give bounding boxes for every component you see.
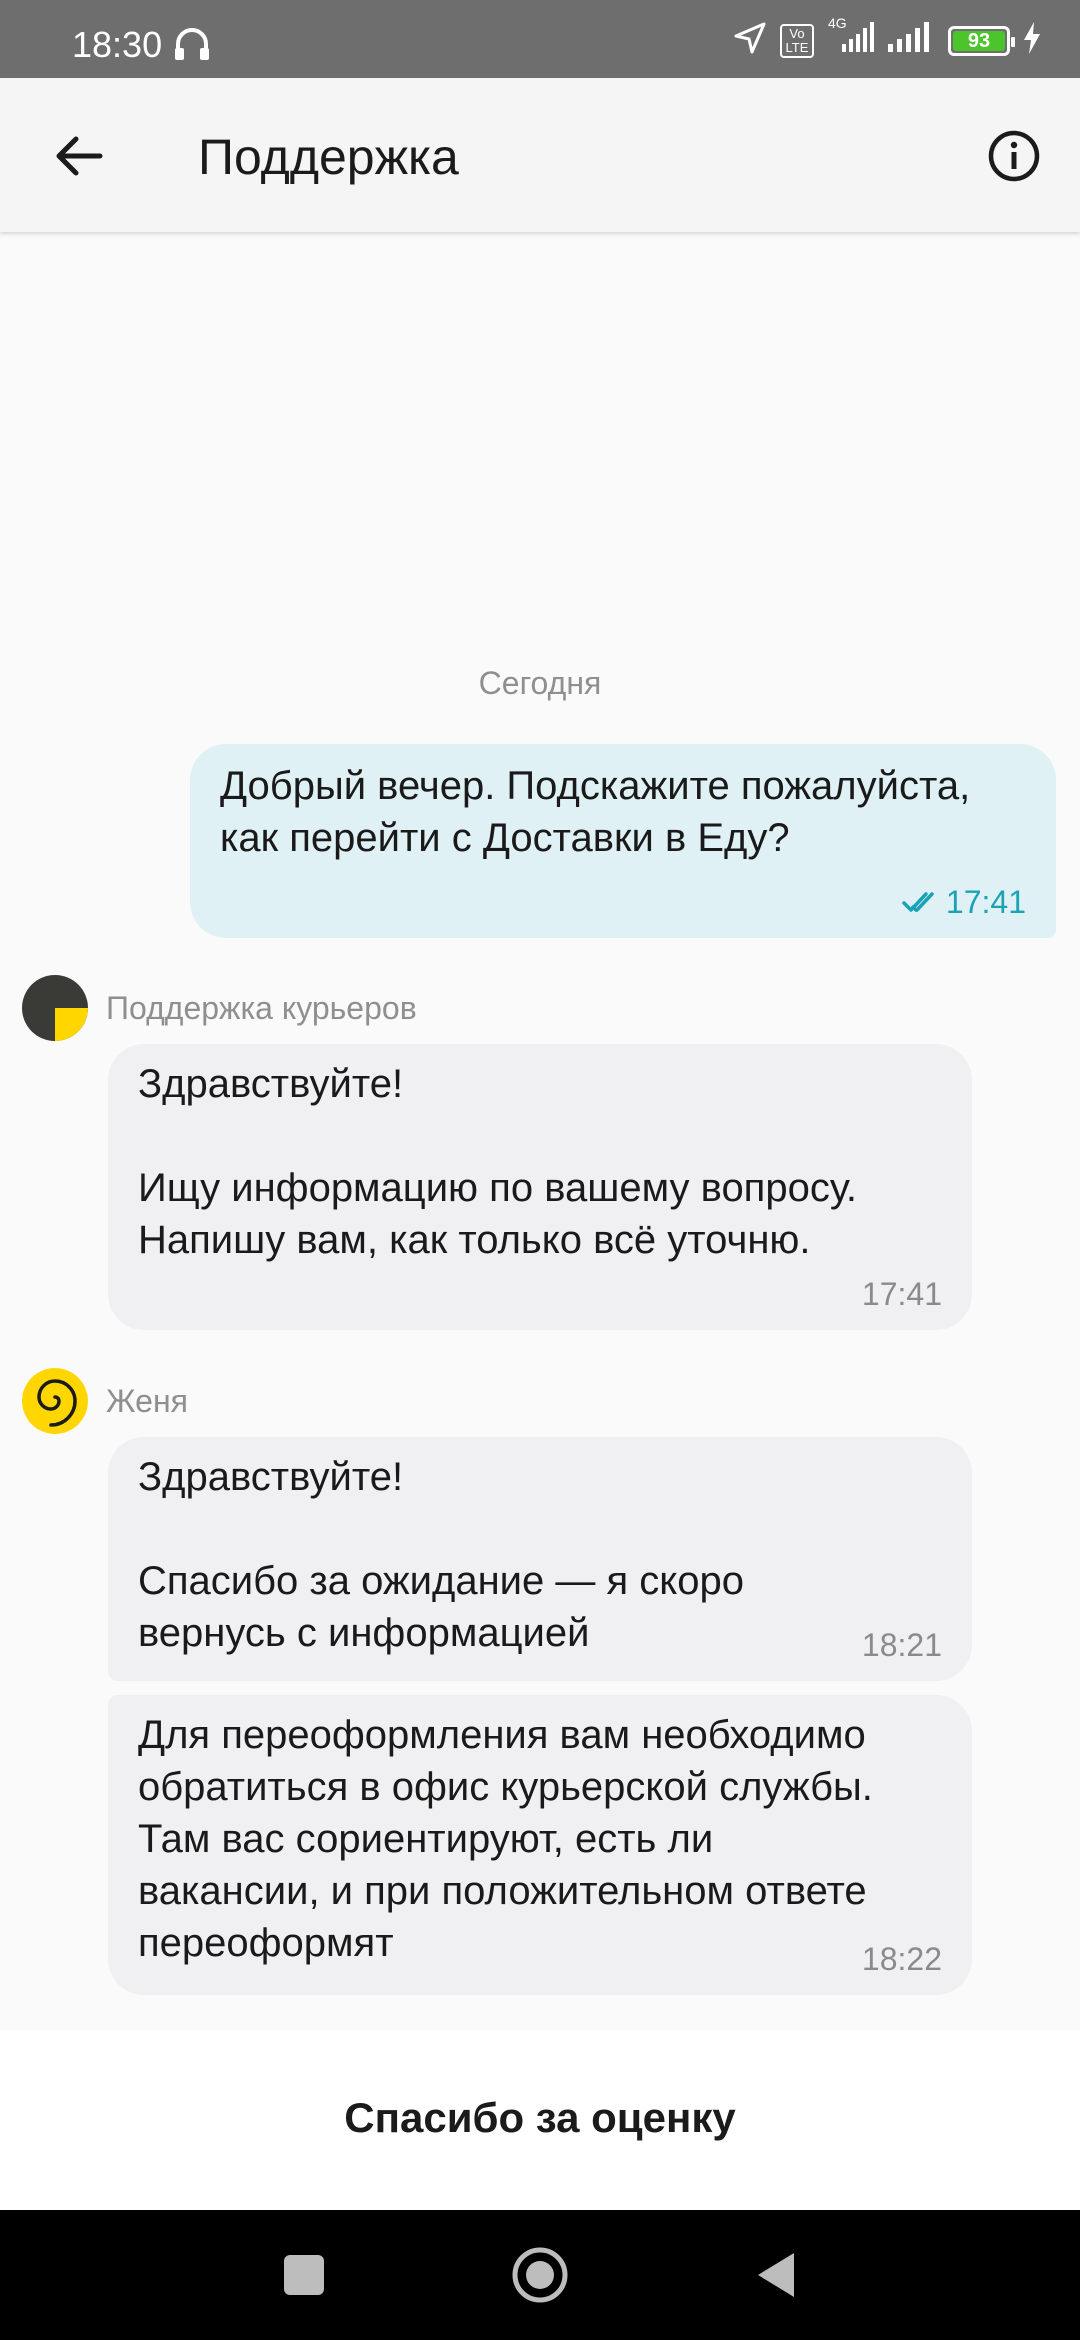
message-bubble-outgoing[interactable]: Добрый вечер. Подскажите пожалуйста, как… bbox=[190, 744, 1056, 938]
message-bubble-incoming[interactable]: Здравствуйте! Спасибо за ожидание — я ск… bbox=[108, 1437, 972, 1681]
signal-icon: 4G bbox=[826, 16, 874, 59]
message-time: 18:21 bbox=[861, 1627, 942, 1663]
message-time: 18:22 bbox=[861, 1941, 942, 1977]
message-bubble-incoming[interactable]: Здравствуйте! Ищу информацию по вашему в… bbox=[108, 1044, 972, 1330]
message-time-text: 17:41 bbox=[945, 884, 1026, 920]
rating-bar: Спасибо за оценку bbox=[0, 2030, 1080, 2210]
location-arrow-icon bbox=[732, 20, 768, 61]
back-nav-icon bbox=[758, 2253, 794, 2297]
home-icon bbox=[512, 2247, 568, 2303]
battery-level: 93 bbox=[953, 30, 1005, 51]
network-type: 4G bbox=[828, 15, 847, 31]
app-header: Поддержка bbox=[0, 78, 1080, 232]
status-time: 18:30 bbox=[72, 24, 163, 65]
status-bar: 18:30 Vo LTE 4G 93 bbox=[0, 0, 1080, 78]
message-time: 17:41 bbox=[861, 1276, 942, 1312]
volte-badge: Vo LTE bbox=[780, 23, 814, 58]
message-text: Здравствуйте! Ищу информацию по вашему в… bbox=[138, 1062, 857, 1262]
charging-icon bbox=[1022, 22, 1042, 59]
system-nav-bar bbox=[0, 2210, 1080, 2340]
message-text: Добрый вечер. Подскажите пожалуйста, как… bbox=[220, 764, 971, 860]
avatar-agent bbox=[22, 1368, 88, 1434]
date-separator: Сегодня bbox=[478, 665, 602, 701]
double-check-icon bbox=[902, 892, 934, 912]
rating-thanks-label: Спасибо за оценку bbox=[344, 2094, 736, 2141]
message-time: 17:41 bbox=[902, 884, 1026, 920]
sender-name: Поддержка курьеров bbox=[106, 990, 417, 1026]
avatar-support bbox=[22, 975, 88, 1041]
page-title: Поддержка bbox=[198, 129, 459, 185]
message-text: Здравствуйте! Спасибо за ожидание — я ск… bbox=[138, 1455, 744, 1655]
recents-button[interactable] bbox=[274, 2245, 334, 2305]
home-button[interactable] bbox=[510, 2245, 570, 2305]
message-text: Для переоформления вам необходимо обрати… bbox=[138, 1713, 873, 1965]
battery-icon: 93 bbox=[948, 25, 1015, 56]
signal-icon-2 bbox=[886, 22, 936, 59]
info-button[interactable] bbox=[978, 120, 1050, 192]
info-icon bbox=[988, 130, 1040, 182]
headset-icon bbox=[172, 26, 212, 67]
back-arrow-icon bbox=[56, 136, 103, 176]
back-button[interactable] bbox=[40, 118, 116, 194]
back-nav-button[interactable] bbox=[746, 2245, 806, 2305]
sender-name: Женя bbox=[106, 1383, 188, 1419]
message-bubble-incoming[interactable]: Для переоформления вам необходимо обрати… bbox=[108, 1695, 972, 1995]
recents-icon bbox=[284, 2255, 324, 2295]
